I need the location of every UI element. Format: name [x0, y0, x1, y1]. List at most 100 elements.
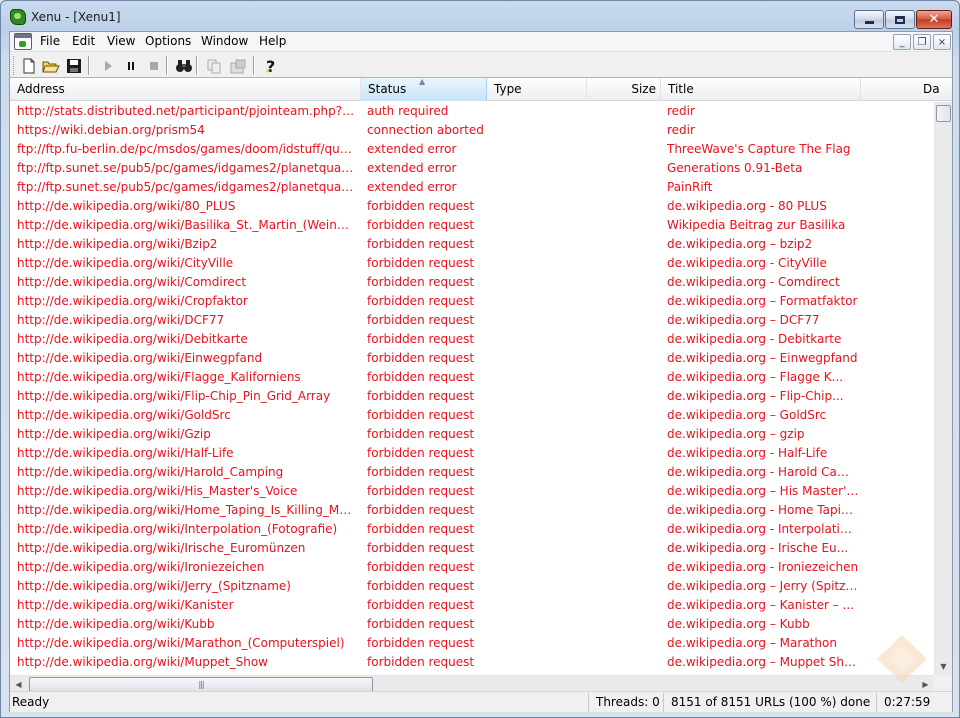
- table-row[interactable]: http://de.wikipedia.org/wiki/Flip-Chip_P…: [10, 387, 934, 406]
- properties-button[interactable]: [227, 55, 249, 76]
- cell-address: http://de.wikipedia.org/wiki/Einwegpfand: [17, 351, 263, 365]
- save-button[interactable]: [63, 55, 85, 76]
- cell-title: de.wikipedia.org – Kubb: [667, 617, 810, 631]
- table-row[interactable]: http://de.wikipedia.org/wiki/Jerry_(Spit…: [10, 577, 934, 596]
- cell-title: de.wikipedia.org – Jerry (Spitznam...: [667, 579, 859, 593]
- vertical-scrollbar[interactable]: ▼: [934, 102, 952, 675]
- open-button[interactable]: [40, 55, 62, 76]
- table-row[interactable]: http://de.wikipedia.org/wiki/Muppet_Show…: [10, 653, 934, 672]
- table-row[interactable]: http://de.wikipedia.org/wiki/Debitkarte f…: [10, 330, 934, 349]
- table-row[interactable]: http://stats.distributed.net/participant…: [10, 102, 934, 121]
- table-row[interactable]: ftp://ftp.sunet.se/pub5/pc/games/idgames…: [10, 178, 934, 197]
- table-row[interactable]: http://de.wikipedia.org/wiki/Gzip forbidd…: [10, 425, 934, 444]
- menu-options[interactable]: Options: [144, 34, 192, 48]
- cell-status: forbidden request: [367, 256, 475, 270]
- help-button[interactable]: ?: [260, 55, 282, 76]
- table-row[interactable]: http://de.wikipedia.org/wiki/80_PLUS forb…: [10, 197, 934, 216]
- stop-button[interactable]: [143, 55, 165, 76]
- column-header-type[interactable]: Type: [487, 78, 587, 101]
- help-icon: ?: [266, 57, 275, 75]
- cell-title: de.wikipedia.org – Flip-Chip...: [667, 389, 844, 403]
- table-row[interactable]: ftp://ftp.fu-berlin.de/pc/msdos/games/do…: [10, 140, 934, 159]
- table-row[interactable]: http://de.wikipedia.org/wiki/Comdirect fo…: [10, 273, 934, 292]
- cell-status: forbidden request: [367, 617, 475, 631]
- close-button[interactable]: ✕: [916, 10, 952, 29]
- find-button[interactable]: [173, 55, 195, 76]
- minimize-button[interactable]: [854, 10, 884, 29]
- scroll-down-arrow-icon[interactable]: ▼: [935, 658, 952, 675]
- table-row[interactable]: http://de.wikipedia.org/wiki/Ironiezeich…: [10, 558, 934, 577]
- column-header-title[interactable]: Title: [661, 78, 861, 101]
- new-button[interactable]: [18, 55, 40, 76]
- cell-address: http://de.wikipedia.org/wiki/Debitkarte: [17, 332, 248, 346]
- table-row[interactable]: http://de.wikipedia.org/wiki/GoldSrc forb…: [10, 406, 934, 425]
- cell-status: forbidden request: [367, 655, 475, 669]
- table-row[interactable]: http://de.wikipedia.org/wiki/Basilika_St…: [10, 216, 934, 235]
- table-row[interactable]: http://de.wikipedia.org/wiki/Home_Taping…: [10, 501, 934, 520]
- table-row[interactable]: http://de.wikipedia.org/wiki/Kanister for…: [10, 596, 934, 615]
- menu-file[interactable]: File: [39, 34, 61, 48]
- cell-title: redir: [667, 123, 695, 137]
- table-row[interactable]: http://de.wikipedia.org/wiki/Bzip2 forbid…: [10, 235, 934, 254]
- mdi-close-button[interactable]: ×: [933, 34, 951, 50]
- cell-address: ftp://ftp.fu-berlin.de/pc/msdos/games/do…: [17, 142, 356, 156]
- maximize-button[interactable]: [885, 10, 915, 29]
- cell-status: forbidden request: [367, 579, 475, 593]
- cell-address: http://de.wikipedia.org/wiki/Irische_Eur…: [17, 541, 306, 555]
- table-row[interactable]: http://de.wikipedia.org/wiki/His_Master'…: [10, 482, 934, 501]
- cell-status: forbidden request: [367, 313, 475, 327]
- title-bar[interactable]: Xenu - [Xenu1] ✕: [1, 1, 959, 31]
- mdi-restore-button[interactable]: ❐: [913, 34, 931, 50]
- column-header-size[interactable]: Size: [587, 78, 661, 101]
- start-button[interactable]: [97, 55, 119, 76]
- cell-title: de.wikipedia.org - Comdirect: [667, 275, 840, 289]
- table-row[interactable]: http://de.wikipedia.org/wiki/Interpolati…: [10, 520, 934, 539]
- cell-address: ftp://ftp.sunet.se/pub5/pc/games/idgames…: [17, 161, 356, 175]
- toolbar-grip[interactable]: [13, 56, 16, 75]
- cell-status: forbidden request: [367, 503, 475, 517]
- table-row[interactable]: http://de.wikipedia.org/wiki/Harold_Camp…: [10, 463, 934, 482]
- cell-title: de.wikipedia.org – GoldSrc: [667, 408, 827, 422]
- vertical-scroll-thumb[interactable]: [936, 105, 951, 122]
- horizontal-scroll-thumb[interactable]: |||: [29, 677, 373, 692]
- menu-help[interactable]: Help: [258, 34, 287, 48]
- menu-edit[interactable]: Edit: [71, 34, 96, 48]
- status-threads: Threads: 0: [588, 693, 660, 712]
- url-list-view[interactable]: Address Status ▲ Type Size Title Da http…: [10, 77, 952, 692]
- cell-title: de.wikipedia.org – Muppet Show: [667, 655, 859, 669]
- cell-address: http://de.wikipedia.org/wiki/Half-Life: [17, 446, 234, 460]
- document-window-icon[interactable]: [14, 33, 32, 50]
- menu-view[interactable]: View: [106, 34, 136, 48]
- copy-button[interactable]: [203, 55, 225, 76]
- column-header-date[interactable]: Da: [861, 78, 952, 101]
- pause-button[interactable]: [120, 55, 142, 76]
- table-row[interactable]: http://de.wikipedia.org/wiki/Einwegpfand…: [10, 349, 934, 368]
- cell-address: http://de.wikipedia.org/wiki/Ironiezeich…: [17, 560, 265, 574]
- table-row[interactable]: http://de.wikipedia.org/wiki/CityVille fo…: [10, 254, 934, 273]
- table-row[interactable]: http://de.wikipedia.org/wiki/Half-Life fo…: [10, 444, 934, 463]
- column-header-address[interactable]: Address: [10, 78, 361, 101]
- cell-address: http://de.wikipedia.org/wiki/Home_Taping…: [17, 503, 356, 517]
- url-rows: http://stats.distributed.net/participant…: [10, 102, 934, 675]
- table-row[interactable]: http://de.wikipedia.org/wiki/Marathon_(C…: [10, 634, 934, 653]
- cell-title: de.wikipedia.org – gzip: [667, 427, 805, 441]
- menu-window[interactable]: Window: [200, 34, 249, 48]
- table-row[interactable]: http://de.wikipedia.org/wiki/Irische_Eur…: [10, 539, 934, 558]
- cell-status: forbidden request: [367, 218, 475, 232]
- cell-title: de.wikipedia.org – bzip2: [667, 237, 813, 251]
- table-row[interactable]: https://wiki.debian.org/prism54 connectio…: [10, 121, 934, 140]
- table-row[interactable]: ftp://ftp.sunet.se/pub5/pc/games/idgames…: [10, 159, 934, 178]
- stop-icon: [150, 61, 158, 70]
- table-row[interactable]: http://de.wikipedia.org/wiki/Cropfaktor f…: [10, 292, 934, 311]
- cell-status: extended error: [367, 142, 457, 156]
- mdi-minimize-button[interactable]: _: [893, 34, 911, 50]
- menu-bar: File Edit View Options Window Help _ ❐ ×: [10, 32, 952, 52]
- table-row[interactable]: http://de.wikipedia.org/wiki/Kubb forbidd…: [10, 615, 934, 634]
- table-row[interactable]: http://de.wikipedia.org/wiki/DCF77 forbid…: [10, 311, 934, 330]
- horizontal-scrollbar[interactable]: ◀ ||| ▶: [10, 675, 934, 692]
- table-row[interactable]: http://de.wikipedia.org/wiki/Flagge_Kali…: [10, 368, 934, 387]
- cell-title: de.wikipedia.org - Home Taping I...: [667, 503, 859, 517]
- cell-status: forbidden request: [367, 465, 475, 479]
- xenu-app-icon[interactable]: [10, 9, 26, 25]
- cell-status: forbidden request: [367, 408, 475, 422]
